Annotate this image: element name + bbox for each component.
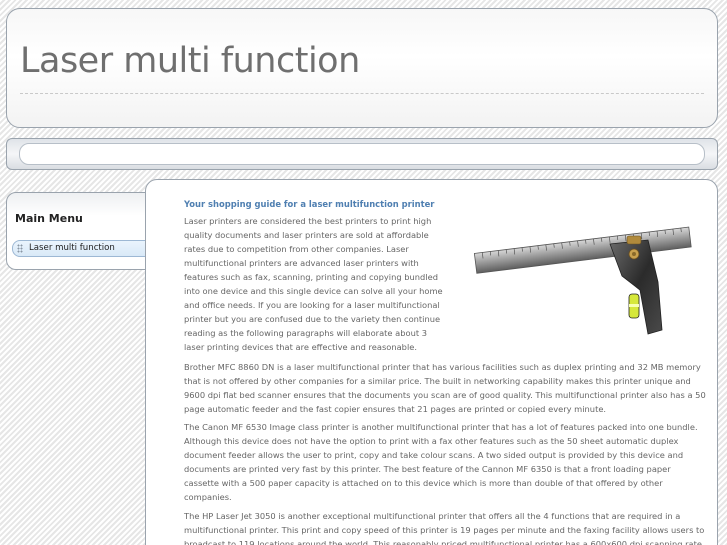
main-content: Your shopping guide for a laser multifun… <box>145 179 718 545</box>
header-divider <box>20 93 704 94</box>
sidebar-item-label: Laser multi function <box>29 243 115 253</box>
navigation-bar-inner <box>19 143 705 165</box>
grip-icon <box>17 244 23 253</box>
content-heading: Your shopping guide for a laser multifun… <box>184 199 435 209</box>
paragraph-brother: Brother MFC 8860 DN is a laser multifunc… <box>184 362 706 414</box>
main-menu-title: Main Menu <box>15 212 83 225</box>
paragraph-hp: The HP Laser Jet 3050 is another excepti… <box>184 511 705 545</box>
paragraph-intro: Laser printers are considered the best p… <box>184 216 443 352</box>
site-title: Laser multi function <box>20 41 360 81</box>
navigation-bar <box>6 138 718 170</box>
combination-square-image <box>473 226 692 335</box>
paragraph-canon: The Canon MF 6530 Image class printer is… <box>184 422 698 502</box>
site-header: Laser multi function <box>6 8 718 128</box>
